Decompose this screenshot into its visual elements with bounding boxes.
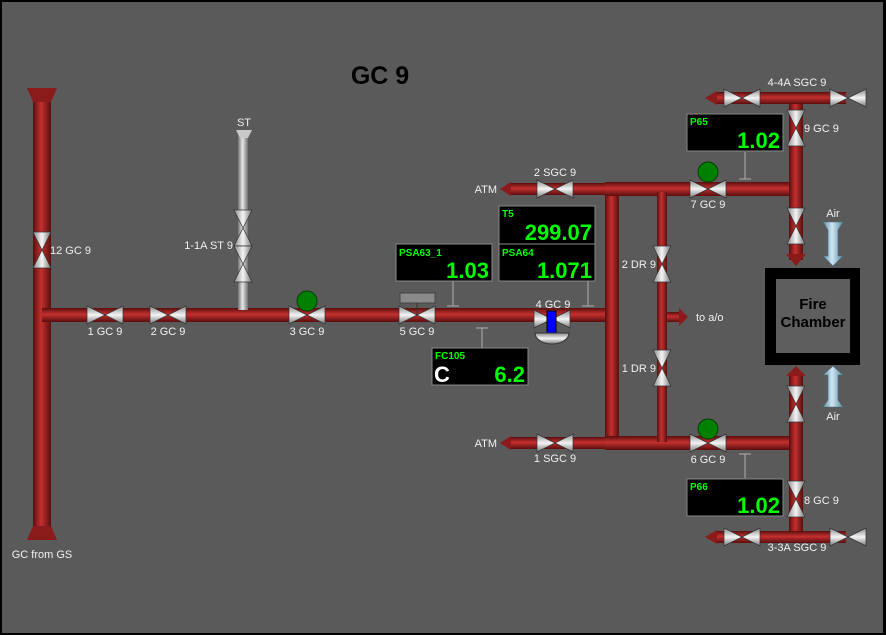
- source-label-gc-from-gs: GC from GS: [12, 549, 73, 561]
- valve-label-5-gc-9: 5 GC 9: [400, 326, 435, 338]
- actuator-4-gc-9: [546, 310, 557, 334]
- display-value: 1.02: [737, 128, 780, 153]
- fire-chamber[interactable]: Fire Chamber: [765, 268, 860, 365]
- actuator-5-gc-9: [399, 292, 436, 304]
- status-indicator-6-gc-9: [697, 418, 719, 440]
- air-inlet-bottom: [822, 365, 844, 408]
- valve-label-2-gc-9: 2 GC 9: [151, 326, 186, 338]
- valve-label-4-gc-9: 4 GC 9: [536, 299, 571, 311]
- display-tag: PSA64: [502, 248, 534, 259]
- valve-label-6-gc-9: 6 GC 9: [691, 454, 726, 466]
- display-t5[interactable]: T5 299.07: [498, 205, 596, 245]
- valve-label-3-gc-9: 3 GC 9: [290, 326, 325, 338]
- process-canvas: GC 9 12 GC 9 GC from GS 1 GC 9 2 GC 9 ST…: [2, 2, 883, 633]
- valve-2-sgc-9[interactable]: [536, 179, 574, 199]
- display-value: 1.03: [446, 258, 489, 283]
- process-diagram: GC 9 12 GC 9 GC from GS 1 GC 9 2 GC 9 ST…: [12, 62, 867, 561]
- display-tag: P66: [690, 482, 708, 493]
- display-tag: PSA63_1: [399, 248, 442, 259]
- valve-1-1a-st-9-upper[interactable]: [233, 209, 253, 247]
- valve-3-3a-sgc-9-left[interactable]: [723, 527, 761, 547]
- display-fc105[interactable]: FC105 C 6.2: [431, 347, 529, 387]
- valve-label-1-dr-9: 1 DR 9: [622, 363, 656, 375]
- valve-4-4a-sgc-9-right[interactable]: [829, 88, 867, 108]
- valve-label-4-4a-sgc-9: 4-4A SGC 9: [768, 77, 827, 89]
- status-indicator-7-gc-9: [697, 161, 719, 183]
- valve-3-3a-sgc-9-right[interactable]: [829, 527, 867, 547]
- valve-label-2-sgc-9: 2 SGC 9: [534, 167, 576, 179]
- vent-label-atm-bottom: ATM: [475, 438, 497, 450]
- page-title: GC 9: [351, 62, 409, 90]
- display-value: 1.071: [537, 258, 592, 283]
- drain-label-to-ao: to a/o: [696, 312, 724, 324]
- valve-label-2-dr-9: 2 DR 9: [622, 259, 656, 271]
- valve-4-gc-9-bonnet-icon: [534, 332, 570, 345]
- display-mode: C: [434, 362, 450, 387]
- valve-label-8-gc-9: 8 GC 9: [804, 495, 839, 507]
- display-value: 299.07: [525, 220, 592, 245]
- display-tag: P65: [690, 117, 708, 128]
- display-p66[interactable]: P66 1.02: [686, 478, 784, 518]
- display-psa64[interactable]: PSA64 1.071: [498, 243, 596, 283]
- display-value: 6.2: [494, 362, 525, 387]
- valve-1-sgc-9[interactable]: [536, 433, 574, 453]
- display-tag: T5: [502, 209, 514, 220]
- valve-label-1-sgc-9: 1 SGC 9: [534, 453, 576, 465]
- display-psa63-1[interactable]: PSA63_1 1.03: [395, 243, 493, 283]
- status-indicator-3-gc-9: [296, 290, 318, 312]
- valve-label-1-1a-st-9: 1-1A ST 9: [184, 240, 233, 252]
- air-label-top: Air: [826, 208, 840, 220]
- fire-chamber-label-line2: Chamber: [780, 314, 845, 331]
- valve-1-1a-st-9-lower[interactable]: [233, 245, 253, 283]
- fire-chamber-label-line1: Fire: [799, 296, 827, 313]
- valve-4-4a-sgc-9-left[interactable]: [723, 88, 761, 108]
- valve-label-3-3a-sgc-9: 3-3A SGC 9: [768, 542, 827, 554]
- vent-label-atm-top: ATM: [475, 184, 497, 196]
- valve-label-9-gc-9: 9 GC 9: [804, 123, 839, 135]
- display-value: 1.02: [737, 493, 780, 518]
- valve-label-12-gc-9: 12 GC 9: [50, 245, 91, 257]
- valve-label-1-gc-9: 1 GC 9: [88, 326, 123, 338]
- source-label-st: ST: [237, 117, 251, 129]
- valve-label-7-gc-9: 7 GC 9: [691, 199, 726, 211]
- display-p65[interactable]: P65 1.02: [686, 113, 784, 153]
- display-tag: FC105: [435, 351, 465, 362]
- air-label-bottom: Air: [826, 411, 840, 423]
- air-inlet-top: [822, 221, 844, 267]
